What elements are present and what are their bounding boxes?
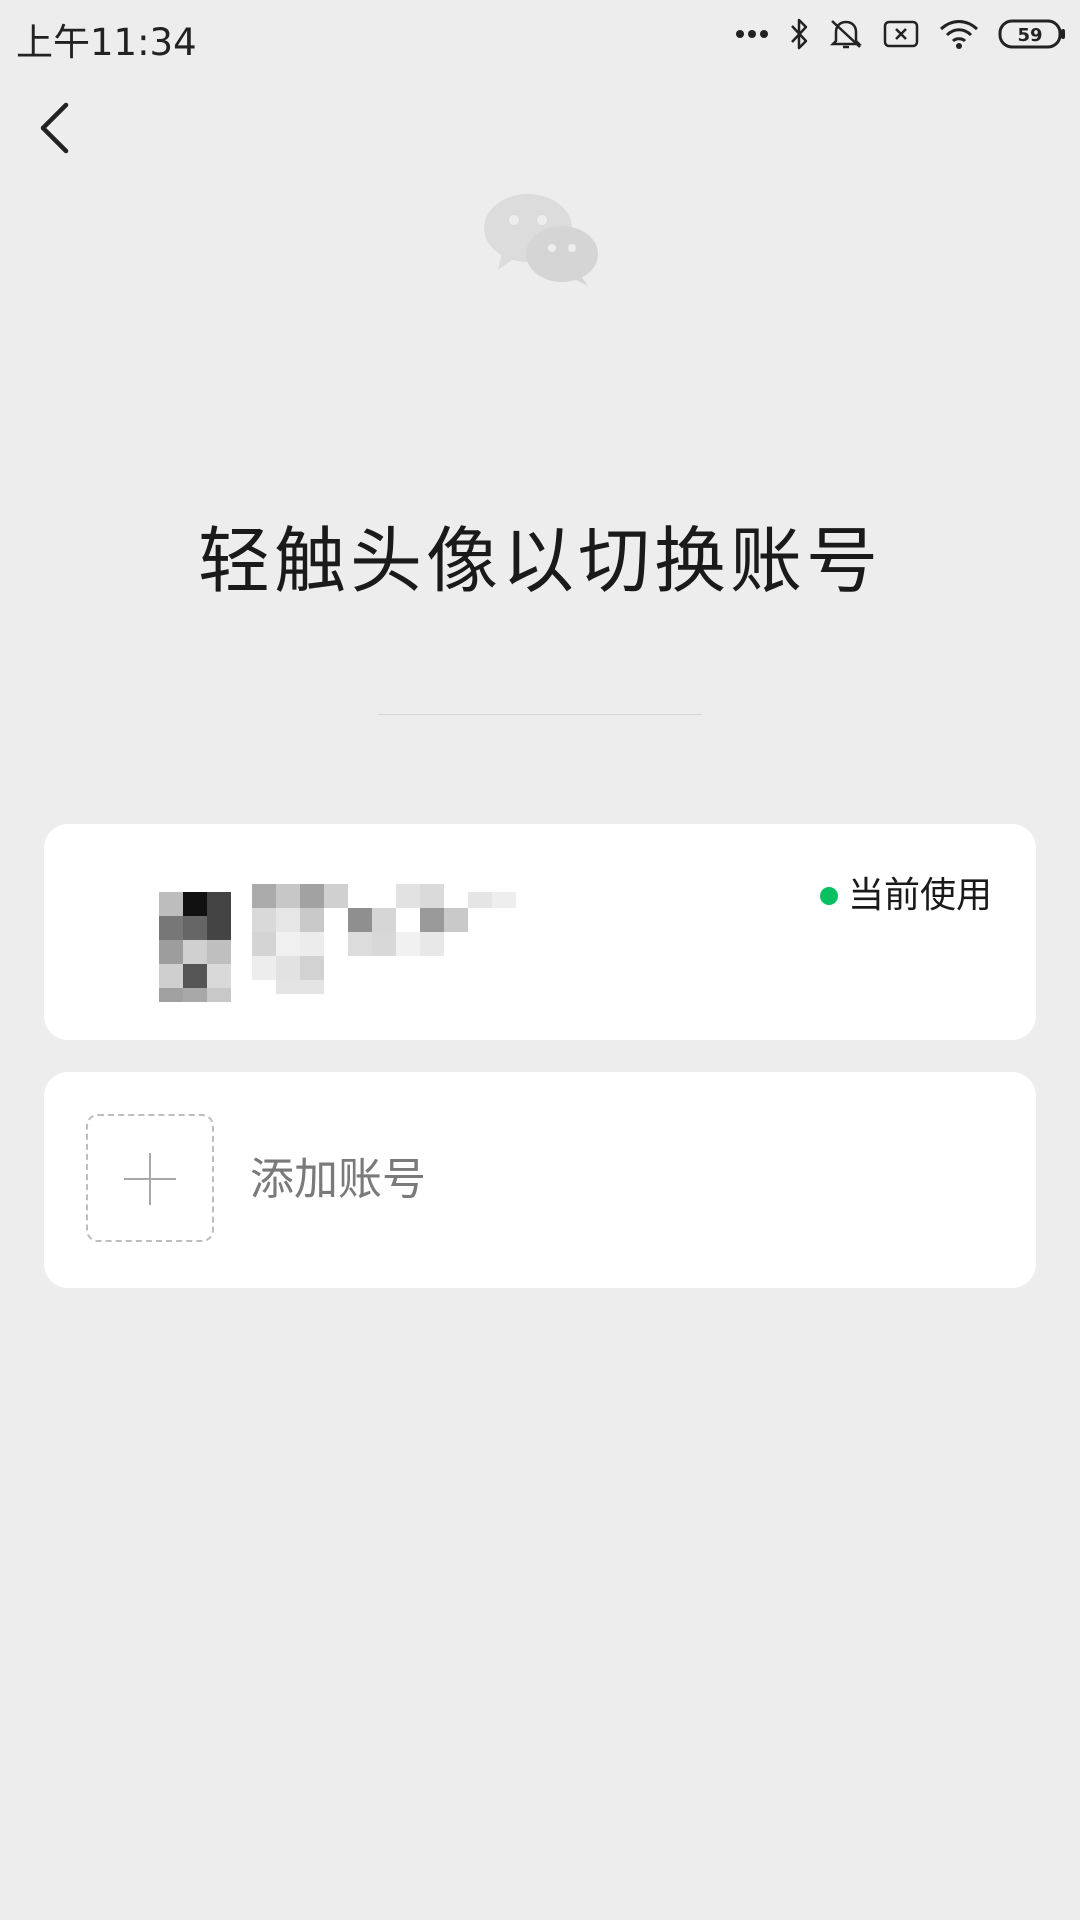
add-account-label: 添加账号	[250, 1154, 426, 1205]
back-button[interactable]	[26, 96, 82, 164]
chevron-left-icon	[37, 102, 71, 158]
battery-icon: 59	[998, 17, 1066, 51]
status-bar: 上午11:34 59	[0, 0, 1080, 70]
avatar[interactable]	[114, 862, 254, 1002]
more-dots-icon	[734, 26, 770, 42]
add-account-button[interactable]	[86, 1114, 214, 1242]
status-time: 上午11:34	[16, 21, 197, 64]
add-account-card[interactable]: 添加账号	[44, 1072, 1036, 1288]
status-icons: 59	[734, 14, 1066, 54]
battery-level: 59	[1017, 25, 1042, 46]
title-divider	[378, 714, 702, 715]
account-name-redacted	[252, 864, 582, 994]
status-dot	[819, 887, 838, 905]
mute-icon	[828, 17, 864, 51]
sim-off-icon	[882, 18, 920, 50]
wechat-logo-icon	[480, 190, 602, 290]
current-account-status: 当前使用	[819, 874, 992, 918]
status-text: 当前使用	[847, 875, 992, 916]
bluetooth-icon	[788, 17, 810, 51]
wifi-icon	[938, 17, 980, 51]
current-account-card[interactable]: 当前使用	[44, 824, 1036, 1040]
page-title: 轻触头像以切换账号	[197, 519, 882, 603]
